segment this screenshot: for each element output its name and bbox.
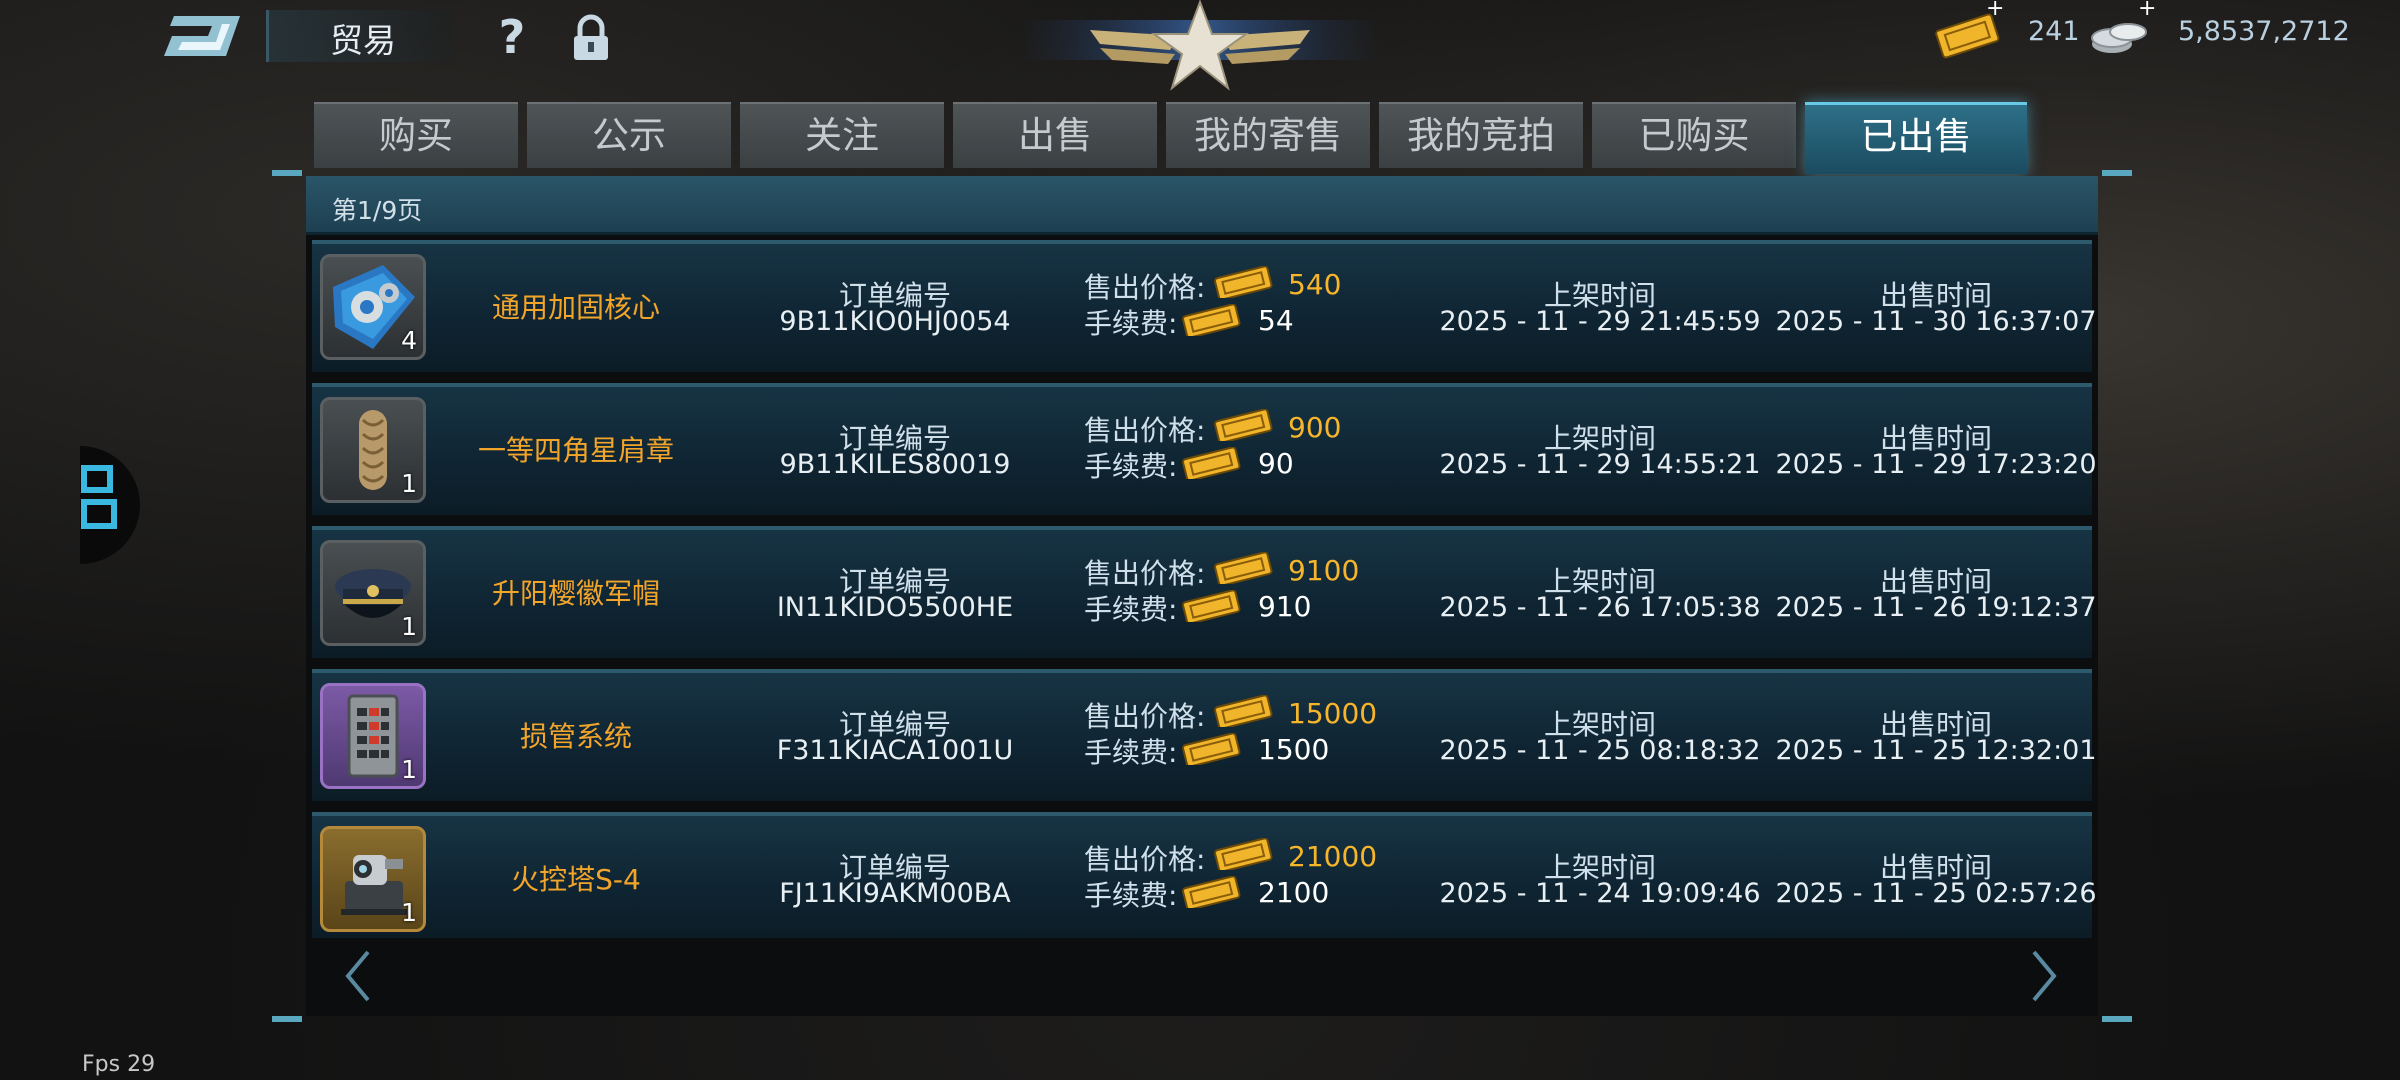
fee-label: 手续费: bbox=[1084, 450, 1178, 483]
sale-price-label: 售出价格: bbox=[1084, 557, 1206, 590]
frame-tick bbox=[2102, 1016, 2132, 1022]
item-icon-frame[interactable]: 1 bbox=[320, 683, 426, 789]
sale-price: 9100 bbox=[1288, 554, 1360, 587]
list-item[interactable]: 4 通用加固核心 订单编号 9B11KIO0HJ0054 售出价格: 540 手… bbox=[312, 240, 2097, 372]
gold-ticket-icon bbox=[1182, 876, 1241, 908]
order-number: 9B11KIO0HJ0054 bbox=[779, 306, 1011, 337]
sold-time: 2025 - 11 - 25 12:32:01 bbox=[1775, 735, 2097, 766]
gold-ticket-icon bbox=[1214, 266, 1273, 298]
gold-ticket-icon bbox=[1182, 304, 1241, 336]
sale-price-label: 售出价格: bbox=[1084, 843, 1206, 876]
sale-price: 540 bbox=[1288, 268, 1342, 301]
frame-tick bbox=[272, 170, 302, 176]
tab-purchased[interactable]: 已购买 bbox=[1592, 102, 1796, 168]
item-name: 火控塔S-4 bbox=[511, 863, 641, 896]
item-quantity: 1 bbox=[401, 898, 417, 927]
tickets-count: 241 bbox=[2028, 16, 2080, 47]
gold-ticket-icon bbox=[1182, 590, 1241, 622]
fee-label: 手续费: bbox=[1084, 593, 1178, 626]
add-tickets-icon[interactable]: + bbox=[1986, 0, 2004, 21]
sold-time: 2025 - 11 - 26 19:12:37 bbox=[1775, 592, 2097, 623]
sold-time: 2025 - 11 - 25 02:57:26 bbox=[1775, 878, 2097, 909]
tab-my-consignment[interactable]: 我的寄售 bbox=[1166, 102, 1370, 168]
gold-ticket-icon bbox=[1182, 733, 1241, 765]
page-title: 贸易 bbox=[330, 21, 396, 60]
gold-ticket-icon bbox=[1214, 838, 1273, 870]
tab-public[interactable]: 公示 bbox=[527, 102, 731, 168]
gold-ticket-icon bbox=[1182, 447, 1241, 479]
item-icon-frame[interactable]: 1 bbox=[320, 540, 426, 646]
fee-value: 910 bbox=[1258, 590, 1312, 623]
sold-time: 2025 - 11 - 29 17:23:20 bbox=[1775, 449, 2097, 480]
list-item[interactable]: 1 一等四角星肩章 订单编号 9B11KILES80019 售出价格: 900 … bbox=[312, 383, 2097, 515]
frame-tick bbox=[272, 1016, 302, 1022]
item-icon-frame[interactable]: 1 bbox=[320, 397, 426, 503]
list-item[interactable]: 1 升阳樱徽军帽 订单编号 IN11KIDO5500HE 售出价格: 9100 … bbox=[312, 526, 2097, 658]
item-name: 通用加固核心 bbox=[491, 291, 660, 324]
order-number: F311KIACA1001U bbox=[776, 735, 1014, 766]
fps-counter: Fps 29 bbox=[82, 1052, 156, 1077]
item-name: 一等四角星肩章 bbox=[477, 434, 674, 467]
fee-label: 手续费: bbox=[1084, 307, 1178, 340]
fee-label: 手续费: bbox=[1084, 736, 1178, 769]
order-number: IN11KIDO5500HE bbox=[776, 592, 1014, 623]
item-name: 升阳樱徽军帽 bbox=[491, 577, 660, 610]
item-quantity: 4 bbox=[401, 326, 417, 355]
list-item[interactable]: 1 损管系统 订单编号 F311KIACA1001U 售出价格: 15000 手… bbox=[312, 669, 2097, 801]
fee-value: 54 bbox=[1258, 304, 1294, 337]
gold-ticket-icon bbox=[1214, 409, 1273, 441]
help-button[interactable]: ? bbox=[490, 12, 534, 62]
item-icon-frame[interactable]: 4 bbox=[320, 254, 426, 360]
item-quantity: 1 bbox=[401, 755, 417, 784]
order-number: FJ11KI9AKM00BA bbox=[779, 878, 1011, 909]
sold-time: 2025 - 11 - 30 16:37:07 bbox=[1775, 306, 2097, 337]
page-indicator: 第1/9页 bbox=[332, 196, 423, 225]
tab-sell[interactable]: 出售 bbox=[953, 102, 1157, 168]
fee-value: 2100 bbox=[1258, 876, 1330, 909]
previous-page-icon[interactable] bbox=[342, 948, 372, 1004]
silver-count: 5,8537,2712 bbox=[2178, 16, 2350, 47]
game-logo-icon[interactable] bbox=[160, 10, 244, 62]
gold-ticket-icon bbox=[1214, 552, 1273, 584]
listed-time: 2025 - 11 - 25 08:18:32 bbox=[1439, 735, 1761, 766]
sale-price: 15000 bbox=[1288, 697, 1378, 730]
fee-value: 1500 bbox=[1258, 733, 1330, 766]
item-name: 损管系统 bbox=[519, 720, 632, 753]
fee-label: 手续费: bbox=[1084, 879, 1178, 912]
fee-value: 90 bbox=[1258, 447, 1294, 480]
listed-time: 2025 - 11 - 26 17:05:38 bbox=[1439, 592, 1761, 623]
tab-bar: 购买 公示 关注 出售 我的寄售 我的竞拍 已购买 已出售 bbox=[314, 102, 2050, 174]
rank-emblem-icon bbox=[1020, 0, 1380, 91]
listed-time: 2025 - 11 - 24 19:09:46 bbox=[1439, 878, 1761, 909]
page-header bbox=[306, 176, 2098, 235]
sale-price: 900 bbox=[1288, 411, 1342, 444]
tab-buy[interactable]: 购买 bbox=[314, 102, 518, 168]
list-item[interactable]: 1 火控塔S-4 订单编号 FJ11KI9AKM00BA 售出价格: 21000… bbox=[312, 812, 2097, 938]
frame-tick bbox=[2102, 170, 2132, 176]
listed-time: 2025 - 11 - 29 21:45:59 bbox=[1439, 306, 1761, 337]
tab-watchlist[interactable]: 关注 bbox=[740, 102, 944, 168]
listed-time: 2025 - 11 - 29 14:55:21 bbox=[1439, 449, 1761, 480]
tab-sold[interactable]: 已出售 bbox=[1805, 102, 2027, 174]
sale-price-label: 售出价格: bbox=[1084, 271, 1206, 304]
sale-price: 21000 bbox=[1288, 840, 1378, 873]
gold-ticket-icon bbox=[1214, 695, 1273, 727]
item-icon-frame[interactable]: 1 bbox=[320, 826, 426, 932]
side-floating-badge-icon[interactable] bbox=[80, 446, 144, 564]
order-number: 9B11KILES80019 bbox=[779, 449, 1011, 480]
tab-my-auction[interactable]: 我的竞拍 bbox=[1379, 102, 1583, 168]
sale-price-label: 售出价格: bbox=[1084, 414, 1206, 447]
add-silver-icon[interactable]: + bbox=[2138, 0, 2156, 21]
sale-price-label: 售出价格: bbox=[1084, 700, 1206, 733]
lock-icon[interactable] bbox=[568, 14, 614, 62]
next-page-icon[interactable] bbox=[2030, 948, 2060, 1004]
item-quantity: 1 bbox=[401, 469, 417, 498]
item-quantity: 1 bbox=[401, 612, 417, 641]
